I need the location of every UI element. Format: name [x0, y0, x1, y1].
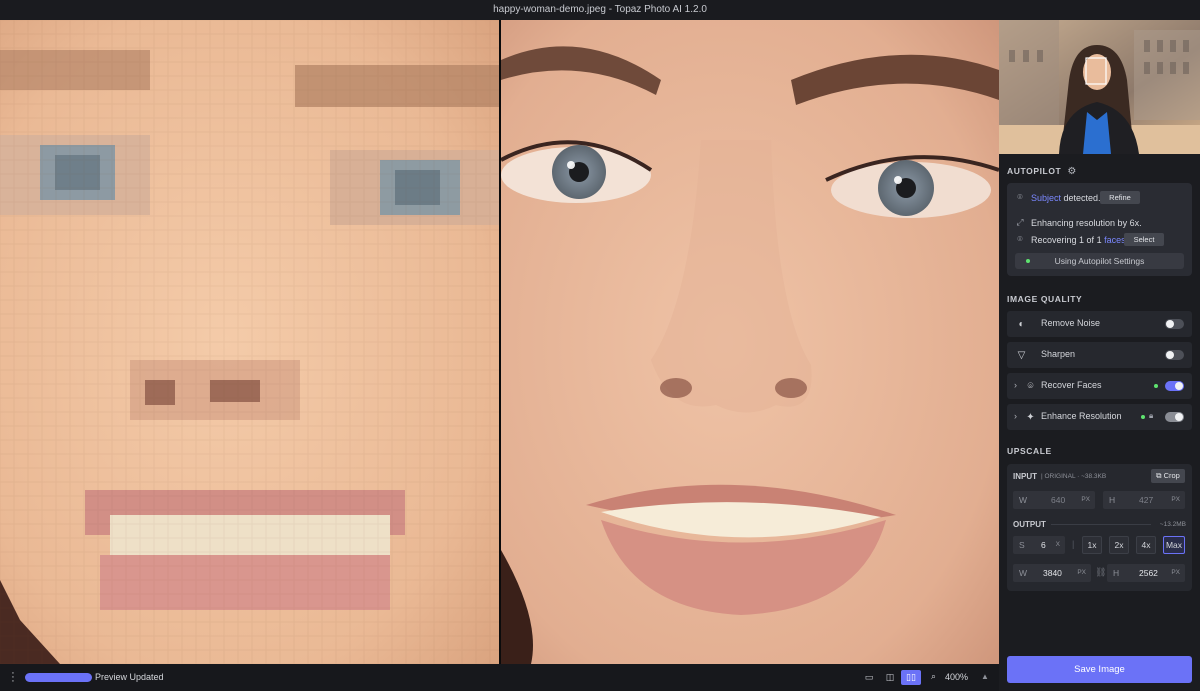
chevron-right-icon[interactable]: ›: [1014, 380, 1017, 390]
bottom-toolbar: · · · Preview Updated ▭ ◫ ▯▯ ⌕ 400% ▲: [0, 664, 999, 691]
zoom-icon[interactable]: ⌕: [931, 671, 936, 682]
face-detect-icon: ⌾: [1017, 234, 1023, 244]
subject-status-text: detected.: [1061, 193, 1101, 203]
output-width-field[interactable]: W 3840 PX: [1013, 564, 1091, 582]
navigator-thumbnail[interactable]: [999, 20, 1200, 154]
recover-faces-row[interactable]: › ⌾ Recover Faces: [1007, 373, 1192, 399]
input-width-field: W 640 PX: [1013, 491, 1095, 509]
save-image-button[interactable]: Save Image: [1007, 656, 1192, 683]
upscale-card: INPUT | ORIGINAL · ~38.3KB ⧉ Crop W 640 …: [1007, 464, 1192, 591]
window-title: happy-woman-demo.jpeg - Topaz Photo AI 1…: [0, 0, 1200, 20]
scale-field[interactable]: S 6 X: [1013, 536, 1065, 554]
subject-status: Subject detected.: [1031, 193, 1101, 203]
lock-icon: 🔒︎: [1149, 411, 1154, 420]
expand-arrows-icon: ⤢: [1016, 217, 1024, 227]
settings-sidebar: AUTOPILOT ⚙ ⌾ Subject detected. Refine ⤢…: [999, 20, 1200, 691]
original-preview-pane[interactable]: [0, 20, 500, 664]
input-height-value: 427: [1139, 495, 1154, 505]
remove-noise-row[interactable]: ◐ Remove Noise: [1007, 311, 1192, 337]
recovering-status: Recovering 1 of 1 faces.: [1031, 235, 1128, 245]
scale-unit: X: [1055, 541, 1060, 548]
separator: |: [1072, 539, 1075, 549]
upscale-heading: UPSCALE: [1007, 446, 1052, 456]
input-meta: | ORIGINAL · ~38.3KB: [1041, 473, 1107, 480]
image-viewer[interactable]: [0, 20, 999, 664]
sparkle-icon: ✦: [1026, 412, 1035, 423]
subject-detect-icon: ⌾: [1017, 192, 1023, 202]
sharpen-toggle[interactable]: [1165, 350, 1184, 360]
autopilot-settings-label: Using Autopilot Settings: [1054, 256, 1145, 266]
remove-noise-label: Remove Noise: [1041, 318, 1101, 328]
link-aspect-icon[interactable]: ⛓︎: [1095, 567, 1106, 578]
multiplier-max[interactable]: Max: [1163, 536, 1185, 554]
input-height-unit: PX: [1171, 496, 1180, 503]
output-label: OUTPUT: [1013, 520, 1046, 529]
crop-button[interactable]: ⧉ Crop: [1151, 469, 1185, 483]
input-width-value: 640: [1051, 495, 1066, 505]
subject-link[interactable]: Subject: [1031, 193, 1061, 203]
noise-icon: ◐: [1018, 319, 1025, 330]
original-image: [0, 20, 500, 664]
preview-status: Preview Updated: [95, 672, 164, 682]
faces-link[interactable]: faces: [1102, 235, 1126, 245]
sharpen-icon: ▽: [1017, 350, 1026, 361]
input-label: INPUT: [1013, 472, 1037, 481]
single-view-icon[interactable]: ▭: [859, 670, 879, 685]
more-menu-icon[interactable]: · · ·: [10, 668, 16, 687]
zoom-level[interactable]: 400%: [945, 672, 968, 682]
input-width-key: W: [1019, 495, 1028, 505]
active-dot: [1141, 415, 1145, 419]
face-icon: ⌾: [1027, 381, 1034, 392]
image-quality-heading: IMAGE QUALITY: [1007, 294, 1083, 304]
scale-key: S: [1019, 540, 1025, 550]
enhanced-image: [501, 20, 999, 664]
output-width-unit: PX: [1077, 569, 1086, 576]
sharpen-label: Sharpen: [1041, 349, 1076, 359]
input-width-unit: PX: [1081, 496, 1090, 503]
enhance-resolution-label: Enhance Resolution: [1041, 411, 1122, 421]
input-height-field: H 427 PX: [1103, 491, 1185, 509]
input-height-key: H: [1109, 495, 1116, 505]
output-width-value: 3840: [1043, 568, 1062, 578]
recover-faces-toggle[interactable]: [1165, 381, 1184, 391]
crop-icon: ⧉: [1156, 471, 1162, 480]
autopilot-heading: AUTOPILOT ⚙: [1007, 166, 1077, 177]
output-height-value: 2562: [1139, 568, 1158, 578]
active-dot: [1154, 384, 1158, 388]
multiplier-2x[interactable]: 2x: [1109, 536, 1129, 554]
autopilot-settings-button[interactable]: Using Autopilot Settings: [1015, 253, 1184, 269]
multiplier-1x[interactable]: 1x: [1082, 536, 1102, 554]
enhance-resolution-row[interactable]: › ✦ Enhance Resolution 🔒︎: [1007, 404, 1192, 430]
preview-progress-bar: [25, 673, 92, 682]
recover-faces-label: Recover Faces: [1041, 380, 1102, 390]
sharpen-row[interactable]: ▽ Sharpen: [1007, 342, 1192, 368]
multiplier-4x[interactable]: 4x: [1136, 536, 1156, 554]
recovering-prefix: Recovering: [1031, 235, 1080, 245]
zoom-caret-icon[interactable]: ▲: [981, 672, 989, 681]
output-height-field[interactable]: H 2562 PX: [1107, 564, 1185, 582]
enhance-resolution-toggle[interactable]: [1165, 412, 1184, 422]
scale-value: 6: [1041, 540, 1046, 550]
autopilot-card: ⌾ Subject detected. Refine ⤢ Enhancing r…: [1007, 183, 1192, 276]
split-view-icon[interactable]: ◫: [880, 670, 900, 685]
output-height-unit: PX: [1171, 569, 1180, 576]
crop-label: Crop: [1163, 471, 1180, 480]
output-height-key: H: [1113, 568, 1120, 578]
autopilot-heading-text: AUTOPILOT: [1007, 166, 1062, 176]
output-divider: [1051, 524, 1151, 525]
output-width-key: W: [1019, 568, 1028, 578]
chevron-right-icon[interactable]: ›: [1014, 411, 1017, 421]
enhancing-text: Enhancing resolution by 6x.: [1031, 218, 1142, 228]
side-by-side-view-icon[interactable]: ▯▯: [901, 670, 921, 685]
enhanced-preview-pane[interactable]: [501, 20, 999, 664]
refine-button[interactable]: Refine: [1100, 191, 1140, 204]
gear-icon[interactable]: ⚙: [1067, 166, 1077, 177]
recovering-mid: of: [1084, 235, 1097, 245]
thumbnail-image: [999, 20, 1200, 154]
remove-noise-toggle[interactable]: [1165, 319, 1184, 329]
select-faces-button[interactable]: Select: [1124, 233, 1164, 246]
output-size: ~13.2MB: [1159, 521, 1186, 528]
active-dot: [1026, 259, 1030, 263]
